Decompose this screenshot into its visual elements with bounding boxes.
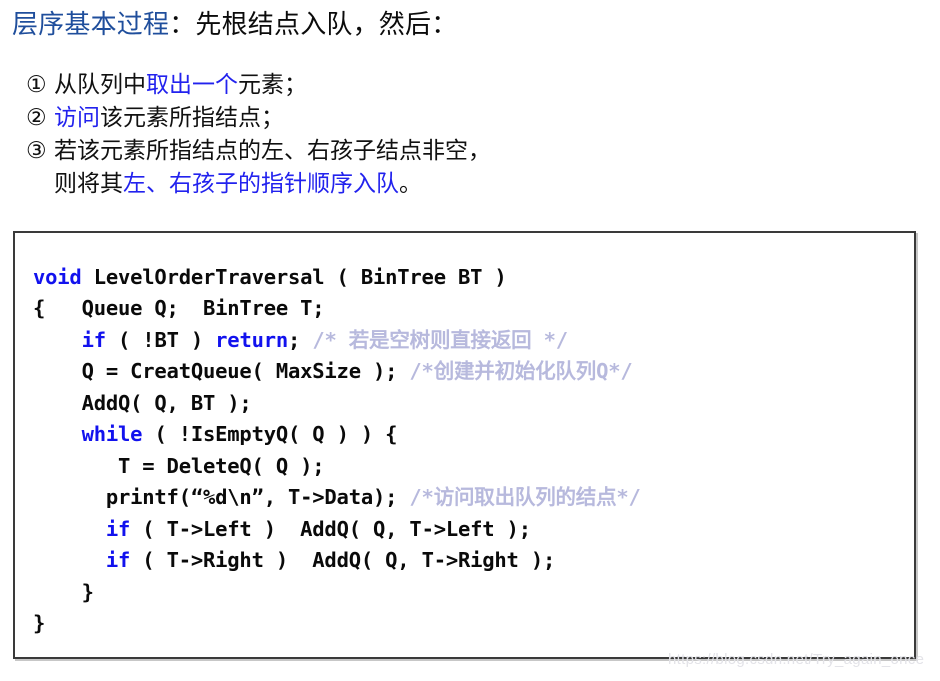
code-line: { Queue Q; BinTree T; [33, 293, 641, 325]
step-line: 则将其左、右孩子的指针顺序入队。 [26, 167, 491, 200]
code-line: printf(“%d\n”, T->Data); /*访问取出队列的结点*/ [33, 482, 641, 514]
code-text: AddQ( Q, BT ); [33, 390, 252, 415]
code-keyword: while [81, 422, 143, 446]
code-block-container: void LevelOrderTraversal ( BinTree BT ){… [13, 231, 916, 659]
code-text: ; [288, 327, 313, 352]
step-text: 该元素所指结点； [100, 105, 284, 130]
code-line: } [33, 577, 641, 609]
code-keyword: if [105, 548, 131, 572]
code-text: ( T->Left ) AddQ( Q, T->Left ); [130, 516, 531, 541]
step-item: ① 从队列中取出一个元素； [26, 68, 491, 101]
step-line: ③ 若该元素所指结点的左、右孩子结点非空， [26, 134, 491, 167]
step-marker: ③ [26, 138, 47, 163]
steps-list: ① 从队列中取出一个元素； ② 访问该元素所指结点； ③ 若该元素所指结点的左、右孩子结点… [26, 68, 491, 200]
step-text: 则将其 [54, 171, 123, 196]
code-line: while ( !IsEmptyQ( Q ) ) { [33, 419, 641, 451]
step-text-highlight: 左、右孩子的指针顺序入队 [123, 171, 399, 196]
code-line: Q = CreatQueue( MaxSize ); /*创建并初始化队列Q*/ [33, 356, 641, 388]
step-marker: ① [26, 72, 47, 97]
page-title-emphasis: 层序基本过程 [12, 10, 170, 39]
watermark: https://blog.csdn.net/Try_again_once [668, 651, 925, 668]
code-line: T = DeleteQ( Q ); [33, 451, 641, 483]
step-item: ② 访问该元素所指结点； [26, 101, 491, 134]
code-comment: /*创建并初始化队列Q*/ [409, 359, 633, 383]
page-title: 层序基本过程：先根结点入队，然后： [12, 8, 457, 42]
code-comment: /*访问取出队列的结点*/ [409, 485, 641, 509]
step-item: ③ 若该元素所指结点的左、右孩子结点非空， 则将其左、右孩子的指针顺序入队。 [26, 134, 491, 200]
code-keyword: return [215, 327, 289, 352]
code-block: void LevelOrderTraversal ( BinTree BT ){… [33, 262, 641, 640]
code-keyword: void [33, 264, 82, 289]
code-line: } [33, 608, 641, 640]
code-line: if ( T->Right ) AddQ( Q, T->Right ); [33, 545, 641, 577]
code-line: void LevelOrderTraversal ( BinTree BT ) [33, 262, 641, 294]
code-line: if ( !BT ) return; /* 若是空树则直接返回 */ [33, 325, 641, 357]
step-line: ② 访问该元素所指结点； [26, 101, 491, 134]
step-text-highlight: 取出一个 [146, 72, 238, 97]
code-text: T = DeleteQ( Q ); [33, 453, 325, 478]
code-text: { Queue Q; BinTree T; [33, 296, 325, 320]
code-text: Q = CreatQueue( MaxSize ); [33, 359, 410, 383]
code-text: printf(“%d\n”, T->Data); [33, 485, 410, 509]
code-text: ( !BT ) [105, 327, 216, 352]
step-text: 。 [399, 171, 422, 196]
step-text-highlight: 访问 [54, 105, 100, 130]
code-comment: /* 若是空树则直接返回 */ [312, 327, 568, 352]
code-text: } [33, 579, 94, 604]
step-marker: ② [26, 105, 47, 130]
step-text: 元素； [238, 72, 307, 97]
code-text: ( T->Right ) AddQ( Q, T->Right ); [130, 548, 556, 572]
code-line: AddQ( Q, BT ); [33, 388, 641, 420]
code-line: if ( T->Left ) AddQ( Q, T->Left ); [33, 514, 641, 546]
page-title-rest: ：先根结点入队，然后： [169, 10, 458, 39]
step-line: ① 从队列中取出一个元素； [26, 68, 491, 101]
step-text: 若该元素所指结点的左、右孩子结点非空， [54, 138, 491, 163]
step-text: 从队列中 [54, 72, 146, 97]
code-keyword: if [81, 327, 106, 352]
code-keyword: if [105, 516, 131, 541]
code-text: ( !IsEmptyQ( Q ) ) { [142, 422, 398, 446]
code-text: LevelOrderTraversal ( BinTree BT ) [81, 264, 507, 289]
code-text: } [33, 611, 46, 635]
